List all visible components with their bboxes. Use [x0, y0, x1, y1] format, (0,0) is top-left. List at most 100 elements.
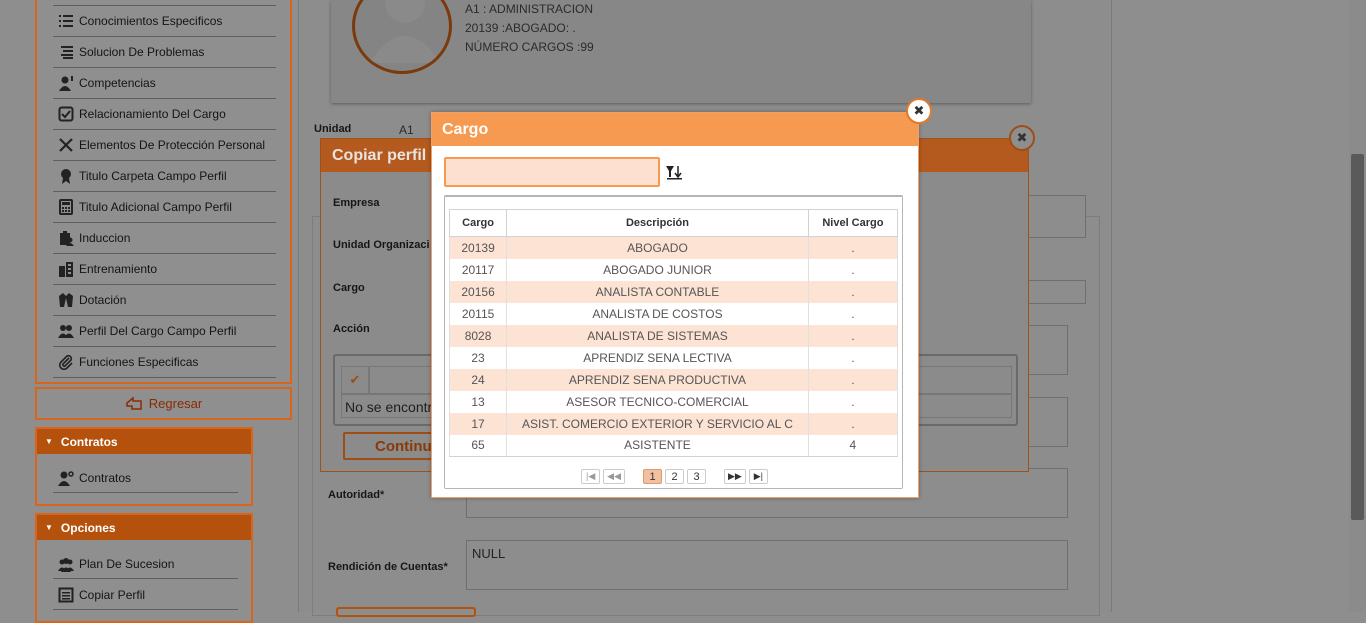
page-1-button[interactable]: 1	[643, 469, 662, 484]
back-button-label: Regresar	[148, 396, 203, 411]
profile-unit: A1 : ADMINISTRACION	[465, 2, 594, 16]
table-row[interactable]: 20117 ABOGADO JUNIOR.	[448, 258, 899, 281]
sidebar-item-entrenamiento[interactable]: Entrenamiento	[53, 254, 276, 285]
opciones-header[interactable]: ▼ Opciones	[37, 515, 251, 540]
checkbox-icon	[53, 106, 79, 122]
next-page-button[interactable]: ▶▶	[724, 469, 746, 484]
sidebar-item-plan-sucesion[interactable]: Plan De Sucesion	[53, 549, 238, 579]
profile-count: NÚMERO CARGOS :99	[465, 40, 594, 54]
sidebar-item-label: Plan De Sucesion	[79, 556, 175, 571]
sidebar-item-induccion[interactable]: Induccion	[53, 223, 276, 254]
contratos-section: ▼ Contratos Contratos	[35, 427, 253, 506]
textarea-bg-2[interactable]	[1028, 397, 1068, 447]
jacket-icon	[53, 292, 79, 308]
first-page-button[interactable]: |◀	[581, 469, 601, 484]
paperclip-icon	[53, 354, 79, 370]
sidebar-item-titulo-carpeta[interactable]: Titulo Carpeta Campo Perfil	[53, 161, 276, 192]
unidad-org-label: Unidad Organizaci	[333, 239, 430, 251]
sidebar-item-titulo-adicional[interactable]: Titulo Adicional Campo Perfil	[53, 192, 276, 223]
page-2-button[interactable]: 2	[665, 469, 684, 484]
contratos-header[interactable]: ▼ Contratos	[37, 429, 251, 454]
sidebar-item-perfil-cargo[interactable]: Perfil Del Cargo Campo Perfil	[53, 316, 276, 347]
scrollbar-thumb[interactable]	[1351, 154, 1364, 520]
sidebar-item-solucion[interactable]: Solucion De Problemas	[53, 37, 276, 68]
caret-down-icon: ▼	[45, 523, 53, 532]
filter-clear-icon[interactable]	[665, 163, 683, 181]
cargo-modal-title: Cargo	[432, 113, 918, 146]
sidebar-item-label: Perfil Del Cargo Campo Perfil	[79, 324, 237, 338]
prev-page-button[interactable]: ◀◀	[603, 469, 625, 484]
opciones-section: ▼ Opciones Plan De Sucesion Copiar Perfil	[35, 513, 253, 623]
table-row[interactable]: 13 ASESOR TECNICO-COMERCIAL.	[448, 390, 899, 413]
sidebar-item-label: Induccion	[79, 231, 131, 245]
document-list-icon	[53, 587, 79, 603]
empresa-field-bg[interactable]	[1028, 195, 1086, 238]
table-row[interactable]: 17 ASIST. COMERCIO EXTERIOR Y SERVICIO AL…	[448, 412, 899, 435]
unidad-value: A1	[399, 123, 414, 137]
users-icon	[53, 323, 79, 339]
sidebar-item-label: Titulo Carpeta Campo Perfil	[79, 169, 227, 183]
bottom-button-partial[interactable]	[336, 607, 476, 617]
sidebar-item-label: Dotación	[79, 293, 127, 307]
col-header-nivel[interactable]: Nivel Cargo	[807, 209, 899, 237]
table-row[interactable]: 8028 ANALISTA DE SISTEMAS.	[448, 324, 899, 347]
hand-back-icon	[126, 396, 142, 410]
sidebar-item-conocimientos[interactable]: Conocimientos Especificos	[53, 6, 276, 37]
sidebar-item-label: Entrenamiento	[79, 262, 158, 276]
col-header-cargo[interactable]: Cargo	[448, 209, 508, 237]
sidebar-item-label: Funciones Especificas	[79, 355, 199, 369]
calculator-icon	[53, 199, 79, 215]
table-row[interactable]: 23 APRENDIZ SENA LECTIVA.	[448, 346, 899, 369]
textarea-bg-1[interactable]	[1028, 325, 1068, 375]
sidebar-item-relacionamiento[interactable]: Relacionamiento Del Cargo	[53, 99, 276, 130]
cargo-search-input[interactable]	[444, 157, 660, 187]
sidebar-item-label: Solucion De Problemas	[79, 45, 205, 59]
sidebar-item-contratos[interactable]: Contratos	[53, 463, 238, 493]
building-icon	[53, 261, 79, 277]
users-group-icon	[53, 556, 79, 572]
last-page-button[interactable]: ▶|	[748, 469, 768, 484]
checkmark-icon[interactable]: ✔	[341, 366, 369, 394]
sidebar-item-label: Copiar Perfil	[79, 587, 146, 602]
profile-position: 20139 :ABOGADO: .	[465, 21, 576, 35]
sidebar-item-funciones[interactable]: Funciones Especificas	[53, 347, 276, 378]
table-row[interactable]: 65 ASISTENTE 4	[448, 434, 899, 457]
sidebar-item-label: Contratos	[79, 470, 132, 485]
list-icon	[53, 13, 79, 29]
sidebar-item-copiar-perfil[interactable]: Copiar Perfil	[53, 580, 238, 610]
sidebar-item-elementos[interactable]: Elementos De Protección Personal	[53, 130, 276, 161]
close-icon[interactable]: ✖	[1009, 125, 1035, 151]
col-header-descripcion[interactable]: Descripción	[506, 209, 809, 237]
align-list-icon	[53, 44, 79, 60]
cargo-field-bg[interactable]	[1028, 280, 1086, 304]
cargo-label: Cargo	[333, 282, 365, 294]
rendicion-textarea[interactable]: NULL	[466, 540, 1068, 590]
cargo-modal: Cargo Cargo Descripción Nivel Cargo 2013…	[431, 112, 919, 498]
page-3-button[interactable]: 3	[687, 469, 706, 484]
user-gear-icon	[53, 470, 79, 486]
autoridad-label: Autoridad*	[328, 489, 385, 501]
empresa-label: Empresa	[333, 197, 380, 209]
sidebar-item-label: Relacionamiento Del Cargo	[79, 107, 226, 121]
table-row[interactable]: 20115 ANALISTA DE COSTOS.	[448, 302, 899, 325]
pager: |◀ ◀◀ 1 2 3 ▶▶ ▶|	[445, 469, 904, 484]
continue-button[interactable]: Continu	[343, 432, 433, 460]
back-button[interactable]: Regresar	[35, 387, 292, 420]
table-row[interactable]: 24 APRENDIZ SENA PRODUCTIVA.	[448, 368, 899, 391]
sidebar-item-label: Competencias	[79, 76, 156, 90]
rendicion-label: Rendición de Cuentas*	[328, 561, 448, 573]
sidebar-item-label: Titulo Adicional Campo Perfil	[79, 200, 232, 214]
tools-icon	[53, 137, 79, 153]
cargo-table: Cargo Descripción Nivel Cargo 20139 ABOGA…	[448, 209, 899, 457]
sidebar-item-dotacion[interactable]: Dotación	[53, 285, 276, 316]
table-row[interactable]: 20139 ABOGADO.	[448, 236, 899, 259]
accion-label: Acción	[333, 323, 370, 335]
unidad-label: Unidad	[314, 123, 352, 135]
sidebar-item-competencias[interactable]: Competencias	[53, 68, 276, 99]
close-icon[interactable]: ✖	[906, 98, 932, 124]
clipboard-user-icon	[53, 230, 79, 246]
sidebar-menu: Conocimientos Especificos Solucion De Pr…	[35, 0, 292, 384]
cargo-grid: Cargo Descripción Nivel Cargo 20139 ABOGA…	[444, 195, 903, 489]
caret-down-icon: ▼	[45, 437, 53, 446]
table-row[interactable]: 20156 ANALISTA CONTABLE.	[448, 280, 899, 303]
